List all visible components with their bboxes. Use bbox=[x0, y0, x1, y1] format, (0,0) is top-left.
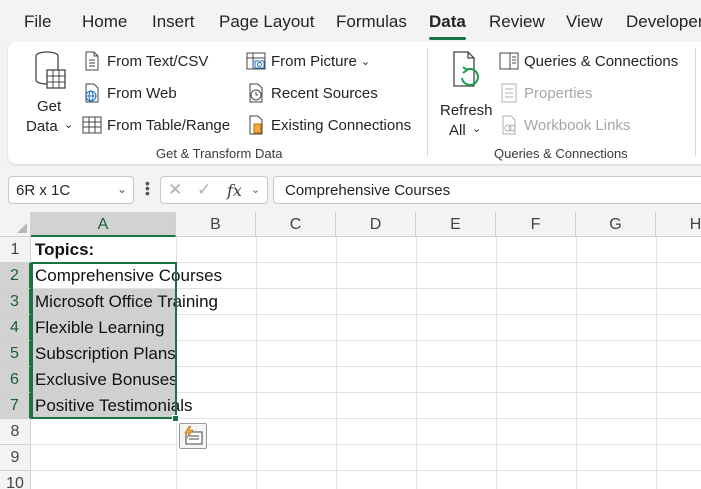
tab-page-layout[interactable]: Page Layout bbox=[219, 12, 314, 32]
from-table-range-label: From Table/Range bbox=[107, 116, 231, 134]
database-icon bbox=[33, 50, 67, 92]
row-header-2[interactable]: 2 bbox=[0, 263, 31, 289]
row-header-3[interactable]: 3 bbox=[0, 289, 31, 315]
enter-check-icon[interactable]: ✓ bbox=[197, 180, 211, 200]
ribbon-tabs: File Home Insert Page Layout Formulas Da… bbox=[0, 0, 701, 42]
insert-function-icon[interactable]: fx bbox=[227, 181, 242, 200]
connection-file-icon bbox=[246, 115, 266, 135]
column-header-b[interactable]: B bbox=[176, 212, 256, 237]
queries-pane-icon bbox=[499, 51, 519, 71]
group-label-get-transform: Get & Transform Data bbox=[156, 146, 283, 161]
row-header-4[interactable]: 4 bbox=[0, 315, 31, 341]
tab-developer[interactable]: Developer bbox=[626, 12, 701, 32]
existing-connections-button[interactable]: Existing Connections bbox=[246, 115, 411, 135]
get-data-label-line1: Get bbox=[37, 98, 62, 115]
refresh-icon bbox=[448, 50, 482, 92]
quick-analysis-button[interactable] bbox=[179, 423, 207, 449]
get-data-label-line2: Data bbox=[26, 118, 58, 135]
picture-icon bbox=[246, 51, 266, 71]
tab-insert[interactable]: Insert bbox=[152, 12, 195, 32]
column-header-a[interactable]: A bbox=[31, 212, 176, 237]
select-all-button[interactable] bbox=[0, 212, 31, 237]
chevron-down-icon: ⌄ bbox=[472, 123, 482, 135]
table-icon bbox=[82, 115, 102, 135]
formula-buttons: ✕ ✓ fx ⌄ bbox=[160, 176, 268, 204]
group-separator bbox=[427, 48, 428, 156]
row-header-10[interactable]: 10 bbox=[0, 471, 31, 489]
row-header-1[interactable]: 1 bbox=[0, 237, 31, 263]
row-header-5[interactable]: 5 bbox=[0, 341, 31, 367]
tab-data[interactable]: Data bbox=[429, 12, 466, 40]
refresh-label-line2: All bbox=[449, 122, 466, 139]
row-header-6[interactable]: 6 bbox=[0, 367, 31, 393]
name-box[interactable]: 6R x 1C ⌄ bbox=[8, 176, 134, 204]
tab-review[interactable]: Review bbox=[489, 12, 545, 32]
properties-button[interactable]: Properties bbox=[499, 83, 592, 103]
ribbon: Get Data ⌄ From Text/CSV From Web From T… bbox=[8, 42, 701, 164]
chevron-down-icon[interactable]: ⌄ bbox=[117, 182, 127, 196]
get-data-button[interactable]: Get Data ⌄ bbox=[22, 48, 76, 135]
cancel-icon[interactable]: ✕ bbox=[168, 180, 182, 200]
column-header-d[interactable]: D bbox=[336, 212, 416, 237]
cell-a1[interactable]: Topics: bbox=[35, 237, 94, 263]
workbook-links-label: Workbook Links bbox=[524, 116, 631, 134]
tab-home[interactable]: Home bbox=[82, 12, 127, 32]
from-text-csv-label: From Text/CSV bbox=[107, 52, 209, 70]
from-text-csv-button[interactable]: From Text/CSV bbox=[82, 51, 208, 71]
group-separator bbox=[695, 48, 696, 156]
chevron-down-icon[interactable]: ⌄ bbox=[251, 183, 260, 196]
quick-analysis-icon bbox=[183, 425, 205, 451]
row-header-7[interactable]: 7 bbox=[0, 393, 31, 419]
chevron-down-icon: ⌄ bbox=[360, 55, 371, 68]
recent-sources-label: Recent Sources bbox=[271, 84, 378, 102]
from-web-button[interactable]: From Web bbox=[82, 83, 177, 103]
tab-formulas[interactable]: Formulas bbox=[336, 12, 407, 32]
more-options-icon[interactable]: • • • bbox=[145, 176, 151, 200]
queries-connections-label: Queries & Connections bbox=[524, 52, 679, 70]
column-header-f[interactable]: F bbox=[496, 212, 576, 237]
refresh-all-button[interactable]: Refresh All ⌄ bbox=[436, 48, 494, 139]
selection-border bbox=[31, 262, 177, 419]
column-header-h[interactable]: H bbox=[656, 212, 701, 237]
recent-icon bbox=[246, 83, 266, 103]
column-header-g[interactable]: G bbox=[576, 212, 656, 237]
from-picture-button[interactable]: From Picture ⌄ bbox=[246, 51, 370, 71]
from-picture-label: From Picture bbox=[271, 52, 357, 70]
group-label-queries: Queries & Connections bbox=[494, 146, 628, 161]
text-file-icon bbox=[82, 51, 102, 71]
from-table-range-button[interactable]: From Table/Range bbox=[82, 115, 230, 135]
fill-handle[interactable] bbox=[172, 415, 179, 422]
queries-connections-button[interactable]: Queries & Connections bbox=[499, 51, 678, 71]
web-page-icon bbox=[82, 83, 102, 103]
workbook-links-icon bbox=[499, 115, 519, 135]
formula-bar-input[interactable]: Comprehensive Courses bbox=[273, 176, 701, 204]
chevron-down-icon: ⌄ bbox=[64, 119, 74, 131]
recent-sources-button[interactable]: Recent Sources bbox=[246, 83, 378, 103]
gridline bbox=[31, 444, 701, 445]
formula-bar-value: Comprehensive Courses bbox=[285, 182, 451, 199]
name-box-value: 6R x 1C bbox=[16, 182, 71, 199]
tab-view[interactable]: View bbox=[566, 12, 603, 32]
row-header-9[interactable]: 9 bbox=[0, 445, 31, 471]
tab-file[interactable]: File bbox=[24, 12, 51, 32]
gridline bbox=[656, 237, 657, 489]
gridline bbox=[31, 470, 701, 471]
properties-label: Properties bbox=[524, 84, 593, 102]
properties-icon bbox=[499, 83, 519, 103]
gridline bbox=[576, 237, 577, 489]
column-header-e[interactable]: E bbox=[416, 212, 496, 237]
gridline bbox=[336, 237, 337, 489]
from-web-label: From Web bbox=[107, 84, 177, 102]
gridline bbox=[496, 237, 497, 489]
workbook-links-button[interactable]: Workbook Links bbox=[499, 115, 630, 135]
gridline bbox=[416, 237, 417, 489]
spreadsheet-grid[interactable]: A B C D E F G H 1 2 3 4 5 6 7 8 9 10 Top… bbox=[0, 212, 701, 489]
gridline bbox=[256, 237, 257, 489]
column-header-c[interactable]: C bbox=[256, 212, 336, 237]
refresh-label-line1: Refresh bbox=[440, 102, 493, 119]
row-header-8[interactable]: 8 bbox=[0, 419, 31, 445]
existing-connections-label: Existing Connections bbox=[271, 116, 412, 134]
